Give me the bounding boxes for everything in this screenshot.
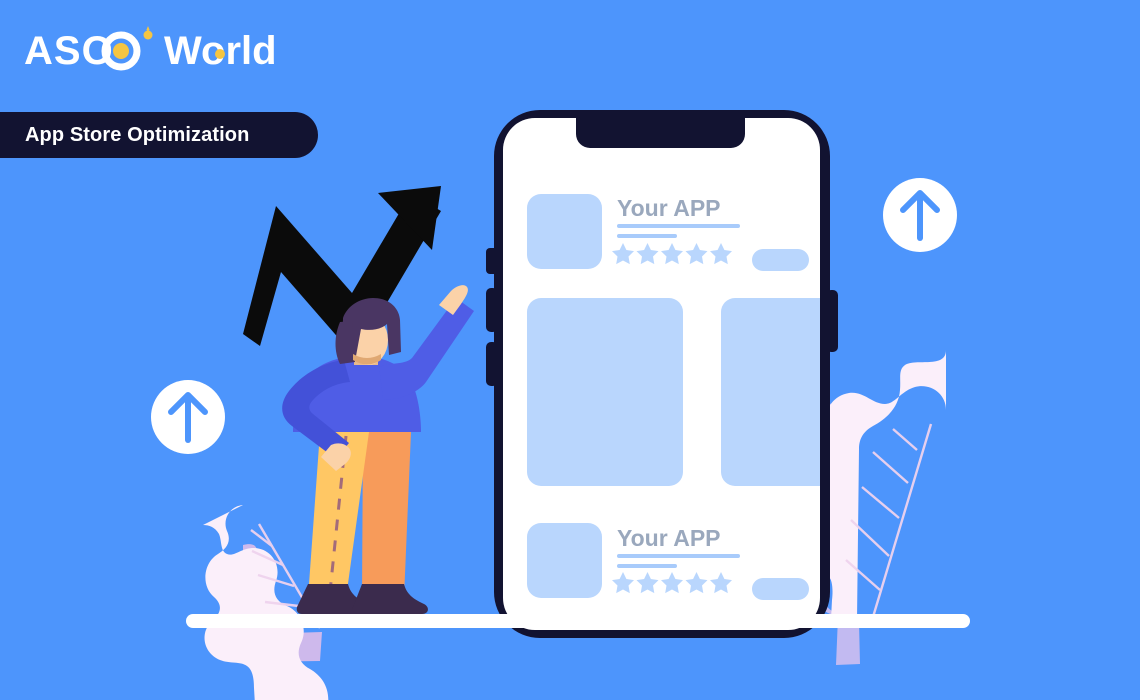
logo-world-o-dot-icon [215, 49, 225, 59]
ground-bar [186, 614, 970, 628]
standing-person-pointing-up [282, 285, 474, 614]
app-title-divider-1b [617, 234, 677, 238]
badge-label: App Store Optimization [25, 123, 250, 146]
screenshot-card-large [527, 298, 683, 486]
banner-canvas: Your APP Your APP ASO App Store Optimiza… [0, 0, 1140, 700]
brand-logo[interactable]: ASO World [24, 26, 274, 78]
illustration-scene: Your APP Your APP [151, 110, 970, 700]
app-title-divider-1a [617, 224, 740, 228]
app-title-2: Your APP [617, 525, 721, 551]
app-title-1: Your APP [617, 195, 721, 221]
phone-mockup: Your APP Your APP [486, 110, 838, 638]
brand-logo-mark: ASO World [24, 26, 274, 73]
app-action-button-1 [752, 249, 809, 271]
app-icon-2 [527, 523, 602, 598]
app-title-divider-2a [617, 554, 740, 558]
app-icon-1 [527, 194, 602, 269]
phone-notch [576, 118, 745, 148]
logo-text-aso: ASO [24, 29, 114, 73]
app-action-button-2 [752, 578, 809, 600]
sparkle-ray-icon [146, 26, 150, 31]
app-title-divider-2b [617, 564, 677, 568]
status-badge: App Store Optimization [0, 112, 318, 158]
hair-back [335, 321, 355, 364]
leg-back [362, 432, 411, 598]
sparkle-icon [143, 30, 153, 40]
up-arrow-badge-right[interactable] [883, 178, 957, 252]
yellow-dot-icon [113, 43, 129, 59]
up-arrow-badge-left[interactable] [151, 380, 225, 454]
shoe-back [352, 584, 428, 614]
